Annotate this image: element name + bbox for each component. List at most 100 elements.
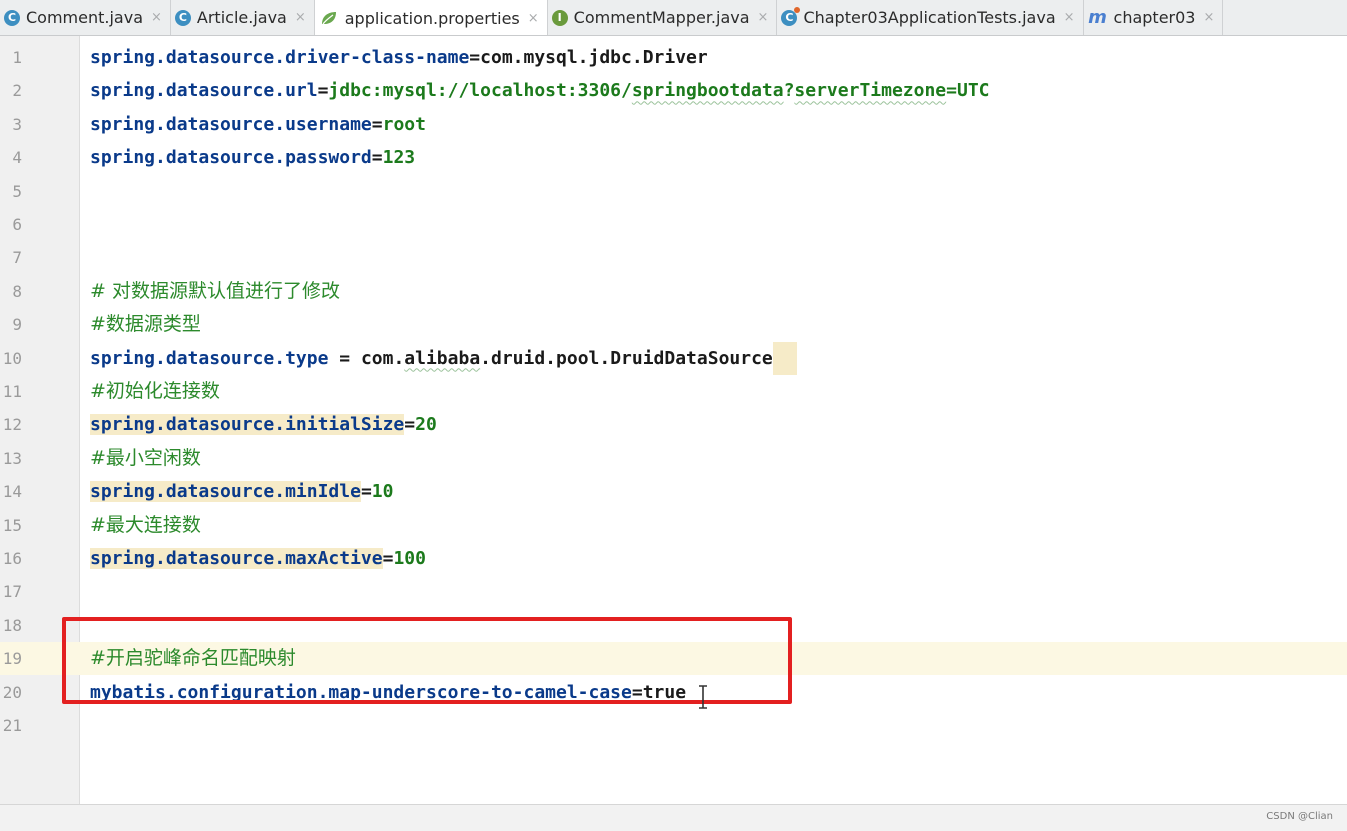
code-token: = xyxy=(371,147,383,169)
code-text: spring.datasource.password=123 xyxy=(90,141,415,174)
line-number: 21 xyxy=(2,716,22,735)
code-token: = xyxy=(360,481,372,503)
tab-label: Article.java xyxy=(196,8,287,27)
tab-label: Comment.java xyxy=(26,8,143,27)
code-token: 100 xyxy=(393,548,426,569)
code-line[interactable]: 8 # 对数据源默认值进行了修改 xyxy=(0,275,1347,308)
code-token: = xyxy=(328,347,361,369)
code-token: spring.datasource.maxActive xyxy=(90,548,383,569)
close-icon[interactable]: × xyxy=(1064,10,1075,25)
editor-tab-bar: C Comment.java × C Article.java × application.… xyxy=(0,0,1347,36)
line-number: 5 xyxy=(12,181,22,201)
code-line[interactable]: 3 spring.datasource.username=root xyxy=(0,108,1347,141)
tab-commentmapper-java[interactable]: I CommentMapper.java × xyxy=(548,0,778,35)
tab-application-properties[interactable]: application.properties × xyxy=(314,0,548,35)
maven-icon: m xyxy=(1088,7,1107,28)
close-icon[interactable]: × xyxy=(1203,10,1214,25)
code-line[interactable]: 11 #初始化连接数 xyxy=(0,375,1347,408)
line-number: 17 xyxy=(2,582,22,602)
code-token: 10 xyxy=(371,481,394,503)
code-line[interactable]: 9 #数据源类型 xyxy=(0,308,1347,341)
code-token: = xyxy=(382,548,394,569)
code-line[interactable]: 20 mybatis.configuration.map-underscore-t… xyxy=(0,676,1347,709)
code-text: #最小空闲数 xyxy=(90,442,201,475)
code-line[interactable]: 13 #最小空闲数 xyxy=(0,442,1347,475)
tab-label: CommentMapper.java xyxy=(573,8,750,27)
code-text: spring.datasource.maxActive=100 xyxy=(90,542,426,575)
code-line[interactable]: 19 #开启驼峰命名匹配映射 xyxy=(0,642,1347,676)
line-number: 18 xyxy=(2,615,22,635)
code-token: spring.datasource.password xyxy=(90,147,372,169)
code-line[interactable]: 6 xyxy=(0,208,1347,241)
code-token: = xyxy=(469,47,481,68)
interface-icon: I xyxy=(551,9,568,26)
code-token: mybatis.configuration.map-underscore-to-… xyxy=(90,681,632,703)
code-token: root xyxy=(382,113,426,135)
code-line[interactable]: 12 spring.datasource.initialSize=20 xyxy=(0,408,1347,441)
close-icon[interactable]: × xyxy=(758,10,769,25)
tab-label: chapter03 xyxy=(1113,8,1196,27)
line-number: 4 xyxy=(12,148,22,168)
code-token: = xyxy=(404,414,416,436)
code-token: spring.datasource.type xyxy=(90,347,329,369)
code-token: spring.datasource.initialSize xyxy=(90,414,405,436)
class-icon: C xyxy=(174,9,191,26)
line-number: 15 xyxy=(2,515,22,535)
code-token: com.mysql.jdbc.Driver xyxy=(480,47,708,68)
tab-chapter03[interactable]: m chapter03 × xyxy=(1084,0,1224,35)
line-number: 13 xyxy=(2,448,22,468)
code-line[interactable]: 15 #最大连接数 xyxy=(0,509,1347,542)
code-text: spring.datasource.type = com.alibaba.dru… xyxy=(90,341,797,375)
status-bar: CSDN @Clian xyxy=(0,804,1347,831)
code-text: #最大连接数 xyxy=(90,509,201,542)
caret-highlight xyxy=(772,341,797,375)
code-text: #初始化连接数 xyxy=(90,375,220,408)
line-number: 9 xyxy=(12,315,22,335)
code-token: #开启驼峰命名匹配映射 xyxy=(90,647,296,670)
code-text: # 对数据源默认值进行了修改 xyxy=(90,275,340,308)
close-icon[interactable]: × xyxy=(295,10,306,25)
code-text: mybatis.configuration.map-underscore-to-… xyxy=(90,676,686,709)
line-number: 2 xyxy=(12,81,22,101)
code-line[interactable]: 1 spring.datasource.driver-class-name=com… xyxy=(0,41,1347,74)
line-number: 3 xyxy=(12,114,22,134)
code-line[interactable]: 17 xyxy=(0,575,1347,608)
code-line[interactable]: 4 spring.datasource.password=123 xyxy=(0,141,1347,174)
code-token: springbootdata xyxy=(631,80,784,102)
code-editor[interactable]: 1 spring.datasource.driver-class-name=com… xyxy=(0,36,1347,804)
watermark: CSDN @Clian xyxy=(1266,811,1333,822)
tab-comment-java[interactable]: C Comment.java × xyxy=(0,0,171,35)
code-line[interactable]: 21 xyxy=(0,709,1347,742)
code-line[interactable]: 5 xyxy=(0,175,1347,208)
code-token: = xyxy=(317,80,329,102)
line-number: 1 xyxy=(12,48,22,67)
code-token: spring.datasource.url xyxy=(90,80,318,102)
code-text: spring.datasource.username=root xyxy=(90,108,426,141)
code-line[interactable]: 7 xyxy=(0,241,1347,274)
code-text: spring.datasource.minIdle=10 xyxy=(90,475,393,508)
tab-label: Chapter03ApplicationTests.java xyxy=(803,8,1056,27)
line-number: 14 xyxy=(2,482,22,502)
line-number: 12 xyxy=(2,415,22,435)
code-line[interactable]: 18 xyxy=(0,609,1347,642)
code-text: #数据源类型 xyxy=(90,308,201,341)
code-line[interactable]: 2 spring.datasource.url=jdbc:mysql://loca… xyxy=(0,74,1347,107)
code-token: =UTC xyxy=(946,80,990,102)
code-token: #最小空闲数 xyxy=(90,446,201,469)
line-number: 8 xyxy=(12,281,22,301)
line-number: 7 xyxy=(12,248,22,268)
code-token: ? xyxy=(783,80,795,102)
code-token: jdbc:mysql://localhost:3306/ xyxy=(328,80,632,102)
code-line[interactable]: 14 spring.datasource.minIdle=10 xyxy=(0,475,1347,508)
tab-article-java[interactable]: C Article.java × xyxy=(171,0,315,35)
code-token: #最大连接数 xyxy=(90,513,201,536)
code-token: .druid.pool.DruidDataSource xyxy=(480,347,773,369)
close-icon[interactable]: × xyxy=(528,11,539,26)
close-icon[interactable]: × xyxy=(151,10,162,25)
line-number: 19 xyxy=(0,642,22,676)
code-line[interactable]: 16 spring.datasource.maxActive=100 xyxy=(0,542,1347,575)
code-line[interactable]: 10 spring.datasource.type = com.alibaba.d… xyxy=(0,341,1347,375)
tab-chapter03applicationtests-java[interactable]: C Chapter03ApplicationTests.java × xyxy=(777,0,1084,35)
spring-leaf-icon xyxy=(319,10,339,26)
code-text: #开启驼峰命名匹配映射 xyxy=(90,642,296,675)
